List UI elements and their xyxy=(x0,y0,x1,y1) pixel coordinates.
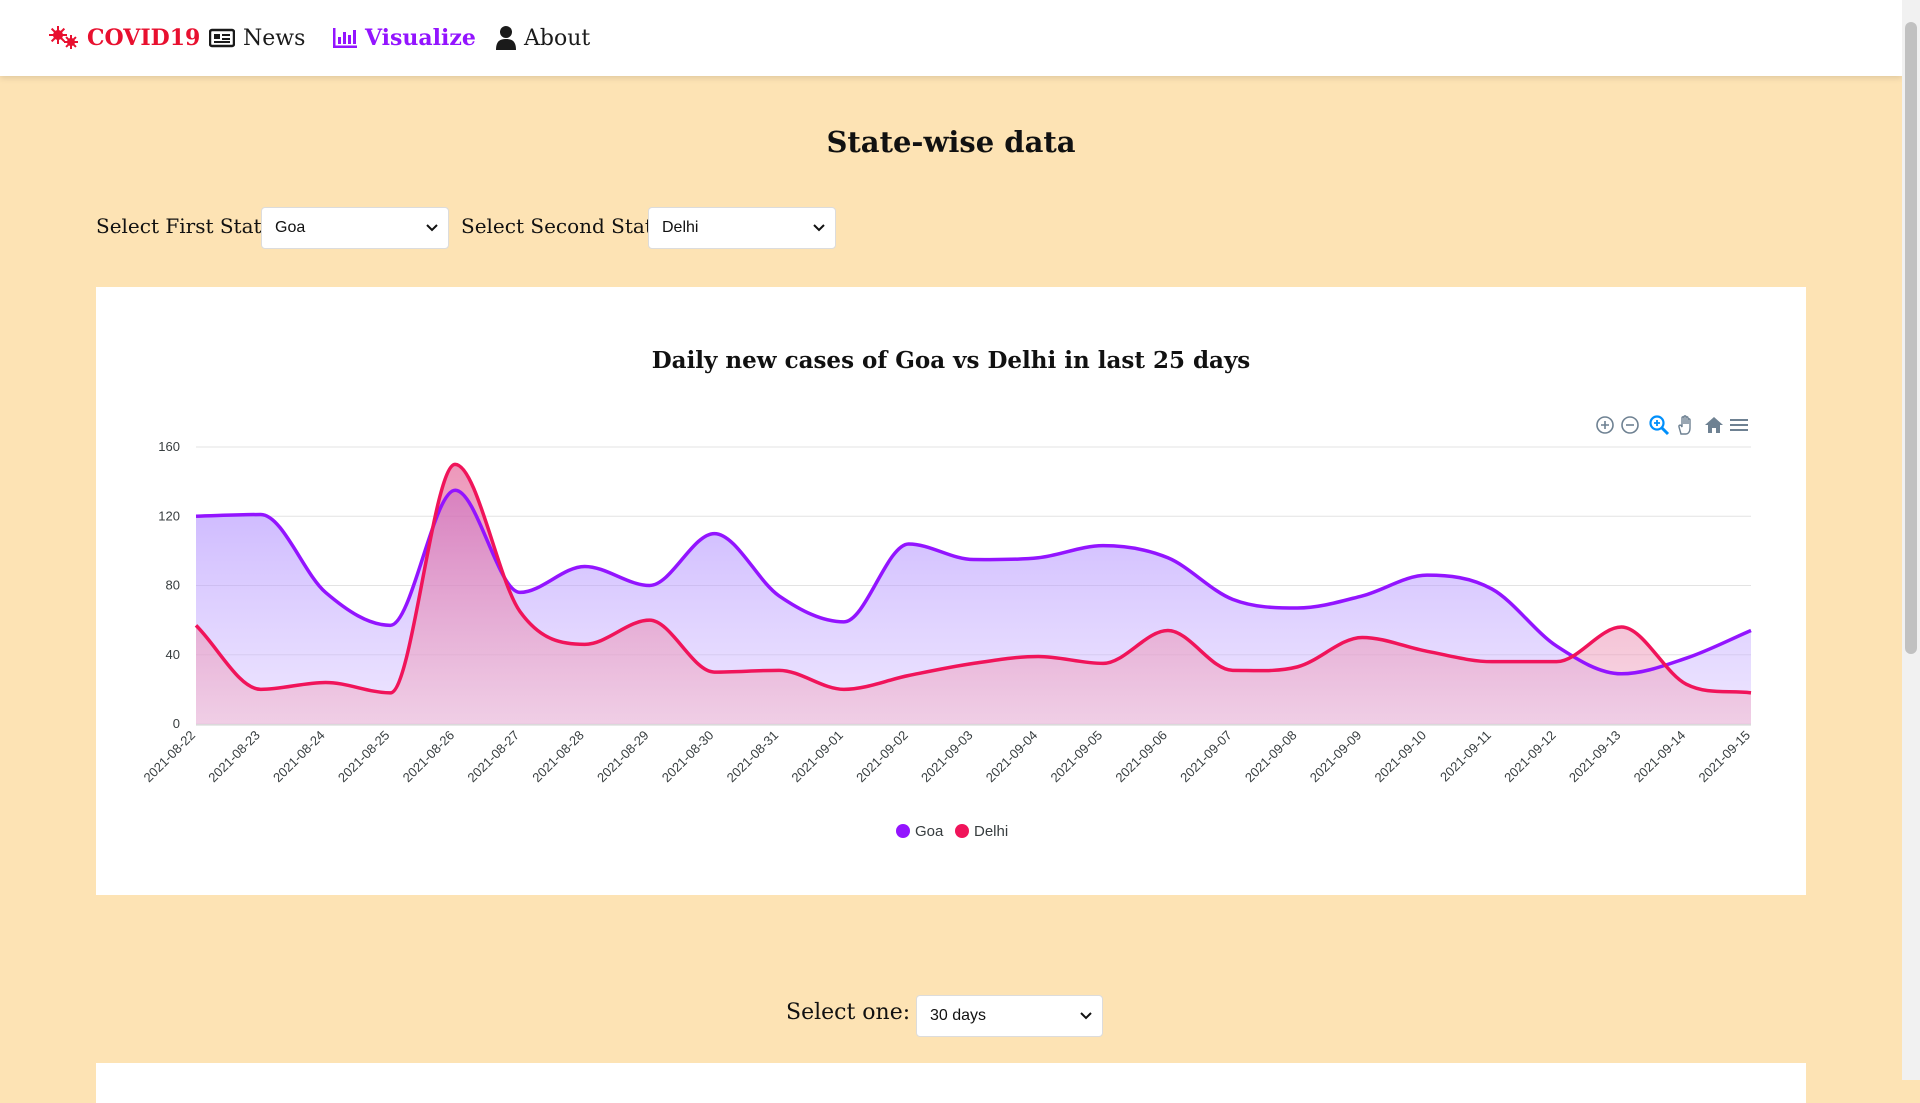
x-tick-label: 2021-08-22 xyxy=(140,728,198,786)
x-tick-label: 2021-09-12 xyxy=(1501,728,1559,786)
y-tick-label: 40 xyxy=(166,647,180,662)
y-tick-label: 120 xyxy=(158,508,180,523)
brand-link[interactable]: COVID19 xyxy=(49,0,200,76)
x-tick-label: 2021-09-07 xyxy=(1177,728,1235,786)
legend-label: Delhi xyxy=(974,823,1008,840)
user-icon xyxy=(496,26,516,50)
x-tick-label: 2021-09-01 xyxy=(788,728,846,786)
period-select[interactable]: 30 days xyxy=(916,995,1103,1037)
x-tick-label: 2021-09-11 xyxy=(1437,728,1494,785)
x-tick-label: 2021-09-03 xyxy=(918,728,976,786)
reset-home-icon[interactable] xyxy=(1703,414,1725,436)
y-tick-label: 80 xyxy=(166,578,180,593)
second-state-label: Select Second State: xyxy=(461,214,672,238)
first-state-select[interactable]: Goa xyxy=(261,207,449,249)
legend-item-goa[interactable]: Goa xyxy=(896,823,944,840)
x-tick-label: 2021-08-29 xyxy=(594,728,652,786)
newspaper-icon xyxy=(209,28,235,48)
x-tick-label: 2021-08-24 xyxy=(270,728,328,786)
nav-about[interactable]: About xyxy=(496,0,590,76)
brand-label: COVID19 xyxy=(87,25,201,51)
x-tick-label: 2021-08-27 xyxy=(464,728,522,786)
chart-toolbar xyxy=(1594,414,1854,438)
comparison-area-chart[interactable]: 040801201602021-08-22 2021-08-23 2021-08-2… xyxy=(96,287,1806,895)
x-tick-label: 2021-09-05 xyxy=(1048,728,1106,786)
period-label: Select one: xyxy=(786,1000,911,1025)
zoom-in-icon[interactable] xyxy=(1594,414,1616,436)
bar-chart-icon xyxy=(333,28,357,48)
x-tick-label: 2021-09-14 xyxy=(1631,728,1689,786)
first-state-label: Select First State: xyxy=(96,214,281,238)
x-tick-label: 2021-09-09 xyxy=(1307,728,1365,786)
second-state-value: Delhi xyxy=(662,219,699,236)
legend-marker xyxy=(955,824,969,838)
x-tick-label: 2021-09-02 xyxy=(853,728,911,786)
navbar: COVID19 News Visualize About xyxy=(0,0,1902,76)
legend-item-delhi[interactable]: Delhi xyxy=(955,823,1008,840)
nav-visualize-label: Visualize xyxy=(365,25,476,51)
legend-marker xyxy=(896,824,910,838)
nav-about-label: About xyxy=(524,25,591,51)
x-tick-label: 2021-08-23 xyxy=(205,728,263,786)
first-state-value: Goa xyxy=(275,219,306,236)
menu-icon[interactable] xyxy=(1728,414,1750,436)
nav-news-label: News xyxy=(243,25,306,51)
y-tick-label: 0 xyxy=(173,716,180,731)
nav-news[interactable]: News xyxy=(209,0,305,76)
x-tick-label: 2021-08-28 xyxy=(529,728,587,786)
scrollbar-thumb[interactable] xyxy=(1905,22,1917,654)
zoom-selection-icon[interactable] xyxy=(1648,414,1670,436)
nav-visualize[interactable]: Visualize xyxy=(333,0,476,76)
x-tick-label: 2021-09-13 xyxy=(1566,728,1624,786)
x-tick-label: 2021-08-26 xyxy=(400,728,458,786)
second-state-select[interactable]: Delhi xyxy=(648,207,836,249)
chevron-down-icon xyxy=(426,224,438,232)
x-tick-label: 2021-09-15 xyxy=(1695,728,1753,786)
chevron-down-icon xyxy=(1080,1012,1092,1020)
x-tick-label: 2021-09-08 xyxy=(1242,728,1300,786)
chart-card: Daily new cases of Goa vs Delhi in last … xyxy=(96,287,1806,895)
x-tick-label: 2021-08-30 xyxy=(659,728,717,786)
x-tick-label: 2021-08-25 xyxy=(335,728,393,786)
second-chart-card xyxy=(96,1063,1806,1103)
period-value: 30 days xyxy=(930,1007,987,1024)
page-title: State-wise data xyxy=(826,125,1076,159)
legend-label: Goa xyxy=(915,823,944,840)
page-scrollbar[interactable] xyxy=(1902,0,1920,1080)
pan-hand-icon[interactable] xyxy=(1675,414,1697,436)
x-tick-label: 2021-08-31 xyxy=(724,728,782,786)
y-tick-label: 160 xyxy=(158,439,180,454)
x-tick-label: 2021-09-06 xyxy=(1112,728,1170,786)
x-tick-label: 2021-09-04 xyxy=(983,728,1041,786)
chevron-down-icon xyxy=(813,224,825,232)
virus-icon xyxy=(49,26,78,49)
x-tick-label: 2021-09-10 xyxy=(1372,728,1430,786)
zoom-out-icon[interactable] xyxy=(1619,414,1641,436)
